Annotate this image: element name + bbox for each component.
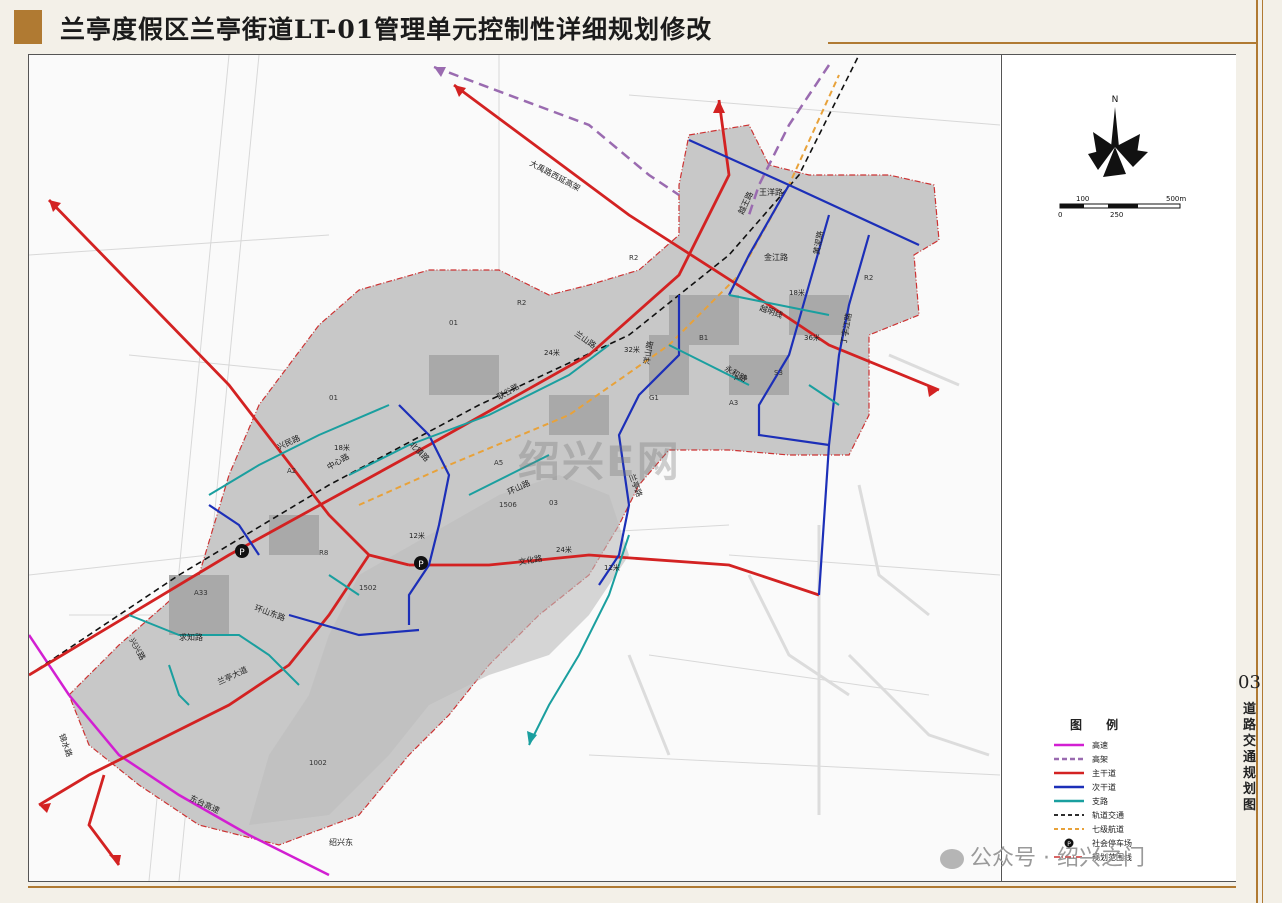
svg-text:0: 0 [1058, 211, 1062, 219]
svg-text:A34: A34 [734, 374, 748, 382]
frame-border [1262, 0, 1263, 903]
svg-text:1002: 1002 [309, 759, 327, 767]
svg-text:500m: 500m [1166, 195, 1186, 203]
svg-text:B1: B1 [699, 334, 708, 342]
road-width-label: 18米 [789, 288, 805, 297]
road-label: 金江路 [764, 252, 788, 262]
svg-text:A3: A3 [729, 399, 738, 407]
svg-text:G1: G1 [649, 394, 659, 402]
wechat-icon [940, 849, 964, 869]
road-width-label: 24米 [544, 348, 560, 357]
svg-text:P: P [418, 560, 424, 570]
svg-text:S3: S3 [774, 369, 783, 377]
bottom-rule [28, 886, 1236, 888]
svg-text:01: 01 [449, 319, 458, 327]
north-label: N [1112, 95, 1119, 105]
center-watermark: 绍兴E网 [518, 437, 681, 486]
svg-text:1506: 1506 [499, 501, 517, 509]
title-marker [14, 10, 42, 44]
legend-item-rail: 轨道交通 [1054, 810, 1124, 820]
svg-text:A5: A5 [494, 459, 503, 467]
road-width-label: 36米 [804, 333, 820, 342]
road-width-label: 32米 [624, 345, 640, 354]
svg-text:250: 250 [1110, 211, 1123, 219]
watermark-text: 公众号 · 绍兴之门 [970, 846, 1145, 871]
parking-icon: P [235, 544, 249, 558]
svg-text:R2: R2 [864, 274, 873, 282]
svg-text:R2: R2 [629, 254, 638, 262]
legend-item-waterway: 七级航道 [1054, 824, 1124, 834]
svg-text:100: 100 [1076, 195, 1089, 203]
legend-item-expressway: 高速 [1054, 740, 1108, 750]
svg-text:1502: 1502 [359, 584, 377, 592]
parking-icon: P [414, 556, 428, 570]
page-title: 兰亭度假区兰亭街道LT-01管理单元控制性详细规划修改 [60, 15, 713, 44]
frame-border [1256, 0, 1258, 903]
road-map: P P 大禹路西延高架 王洋路 越王路 黄泥路 金江路 越明线 丁字江路 永和路… [29, 55, 1000, 881]
svg-text:R2: R2 [517, 299, 526, 307]
road-width-label: 12米 [604, 563, 620, 572]
svg-text:A33: A33 [194, 589, 208, 597]
svg-text:A2: A2 [287, 467, 296, 475]
svg-text:P: P [239, 548, 245, 558]
legend-title: 图 例 [1070, 718, 1129, 732]
legend-item-branch: 支路 [1054, 796, 1108, 806]
road-width-label: 18米 [334, 443, 350, 452]
legend-item-trunk: 主干道 [1054, 768, 1116, 778]
road-label: 求知路 [179, 632, 203, 642]
legend-item-secondary: 次干道 [1054, 782, 1116, 792]
svg-text:01: 01 [329, 394, 338, 402]
compass-rose-icon: N [1088, 95, 1148, 177]
title-bar: 兰亭度假区兰亭街道LT-01管理单元控制性详细规划修改 [0, 0, 1282, 50]
road-width-label: 24米 [556, 545, 572, 554]
sheet-name: 道路交通规划图 [1243, 702, 1257, 813]
map-canvas[interactable]: P P 大禹路西延高架 王洋路 越王路 黄泥路 金江路 越明线 丁字江路 永和路… [29, 55, 1000, 881]
legend-item-elevated: 高架 [1054, 754, 1108, 764]
svg-text:03: 03 [549, 499, 558, 507]
title-underline [828, 42, 1258, 44]
scale-bar: 100 500m 0 250 [1058, 195, 1186, 219]
road-label: 王洋路 [759, 187, 783, 197]
road-label: 绍兴东 [329, 837, 353, 847]
svg-text:R8: R8 [319, 549, 328, 557]
sheet-number: 03 [1238, 672, 1261, 693]
road-width-label: 12米 [409, 531, 425, 540]
account-watermark: 公众号 · 绍兴之门 [940, 840, 1145, 872]
